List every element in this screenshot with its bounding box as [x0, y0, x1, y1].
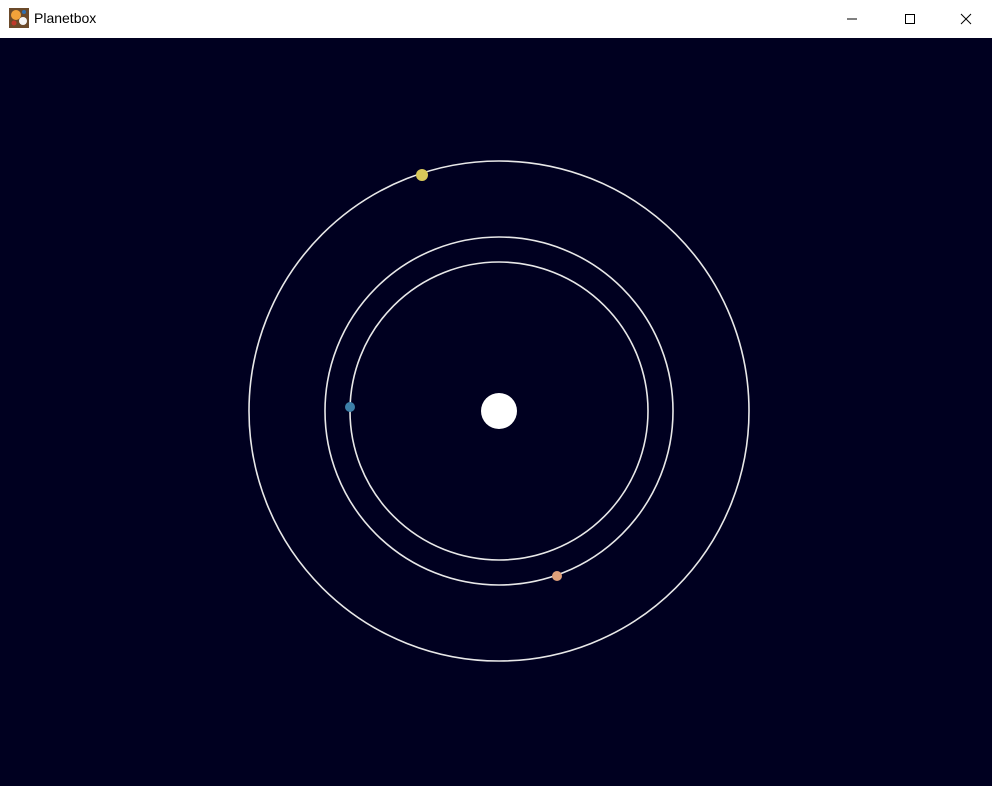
window-title: Planetbox: [34, 10, 97, 26]
close-icon: [960, 13, 971, 25]
close-button[interactable]: [939, 0, 992, 38]
app-window: Planetbox: [0, 0, 992, 786]
maximize-icon: [905, 14, 915, 24]
minimize-button[interactable]: [823, 0, 881, 38]
solar-system-view: [248, 160, 750, 662]
planetbox-app-icon: [9, 8, 29, 28]
title-bar[interactable]: Planetbox: [0, 0, 992, 38]
minimize-icon: [847, 18, 857, 20]
sun: [481, 393, 517, 429]
planet-blue: [345, 402, 355, 412]
planet-peach: [552, 571, 562, 581]
simulation-canvas[interactable]: [0, 38, 992, 786]
planet-yellow: [416, 169, 428, 181]
maximize-button[interactable]: [881, 0, 939, 38]
